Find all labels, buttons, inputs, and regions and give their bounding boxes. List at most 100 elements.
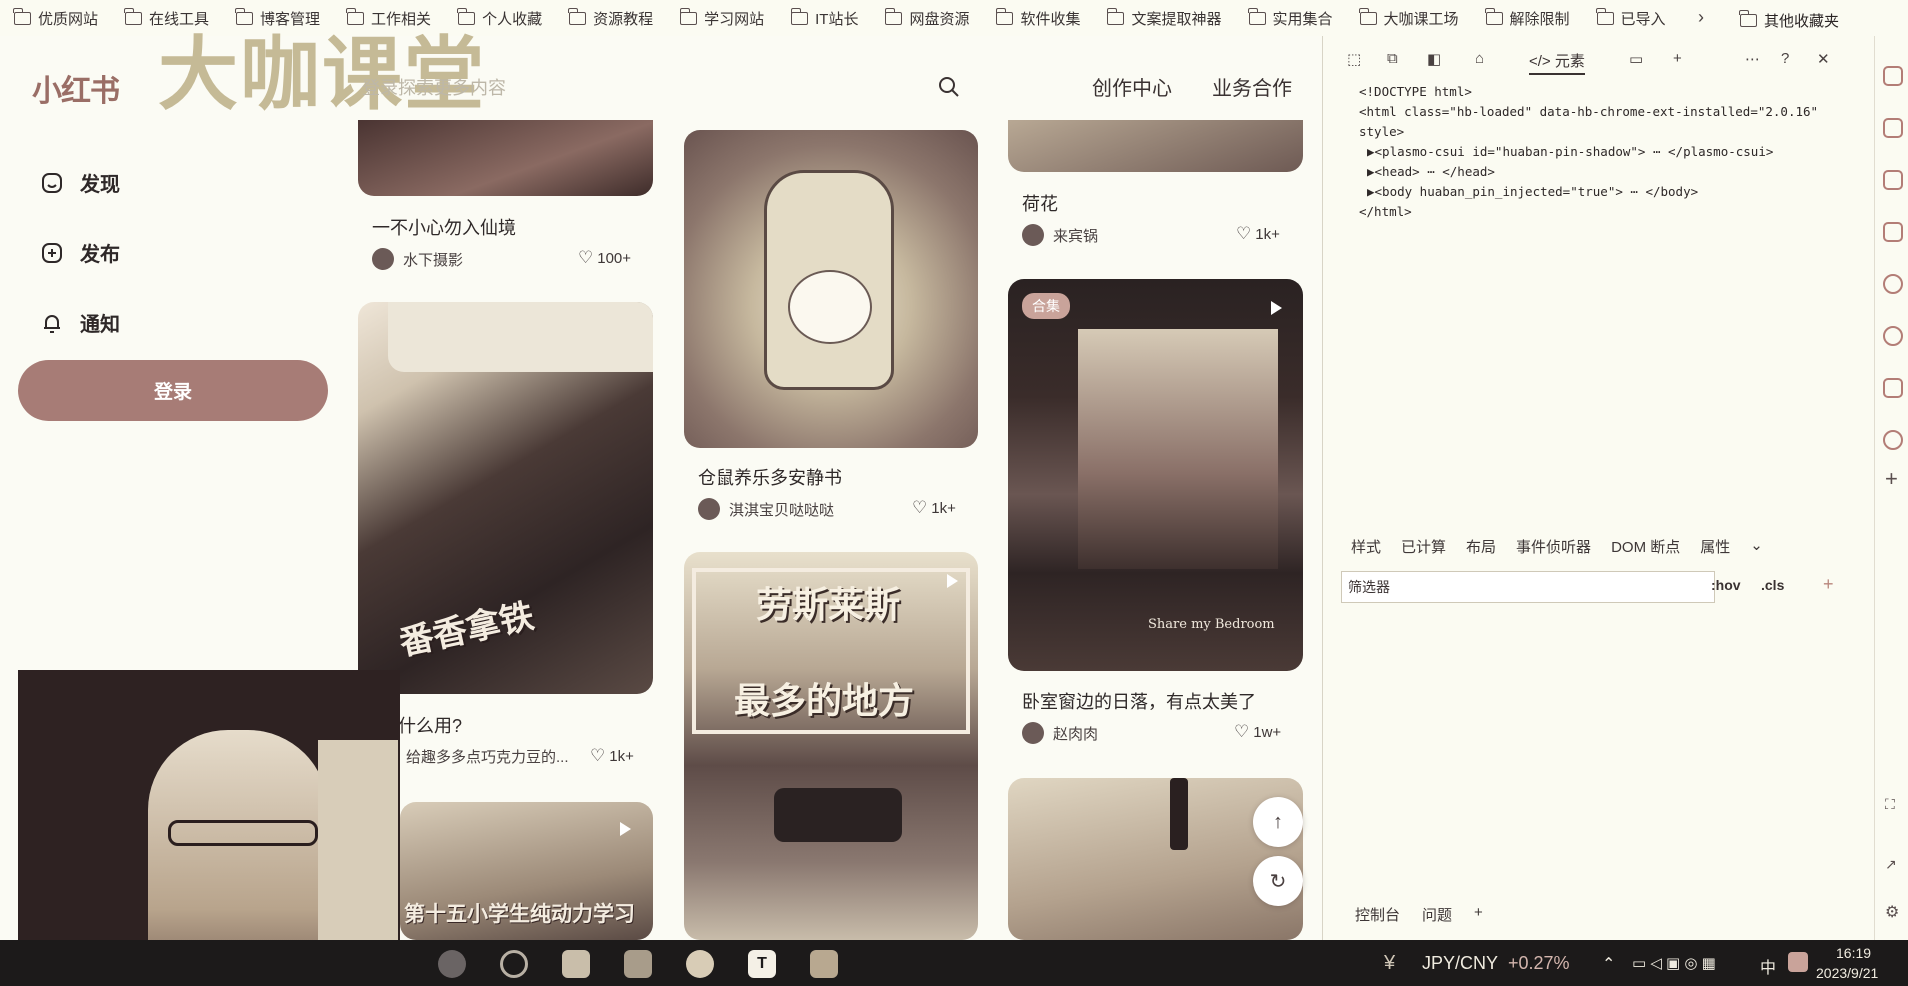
- feed-card-image[interactable]: 劳斯莱斯 最多的地方: [684, 552, 978, 940]
- search-icon[interactable]: [938, 76, 960, 98]
- bookmark-folder[interactable]: 软件收集: [995, 7, 1080, 29]
- bookmark-folder[interactable]: 资源教程: [568, 7, 653, 29]
- feed-card-image[interactable]: 番香拿铁: [358, 302, 653, 694]
- feed-card-image[interactable]: [684, 130, 978, 448]
- add-drawer-tab-icon[interactable]: +: [1474, 904, 1483, 925]
- tab-layout[interactable]: 布局: [1466, 536, 1496, 557]
- feed-card-title[interactable]: 荷花: [1022, 190, 1058, 216]
- settings-gear-icon[interactable]: ⚙: [1885, 902, 1899, 922]
- shopping-icon[interactable]: [1883, 66, 1903, 86]
- like-count[interactable]: ♡ 1k+: [912, 498, 956, 518]
- games-icon[interactable]: [1883, 222, 1903, 242]
- nav-discover[interactable]: 发现: [40, 168, 120, 197]
- feed-card-author[interactable]: 给趣多多点巧克力豆的...: [406, 746, 569, 767]
- screenshot-icon[interactable]: ⛶: [1885, 796, 1895, 813]
- flower-app-icon[interactable]: [686, 950, 714, 978]
- more-options-icon[interactable]: ⋯: [1745, 50, 1760, 68]
- dom-line[interactable]: <!DOCTYPE html>: [1359, 84, 1472, 99]
- tab-styles[interactable]: 样式: [1351, 536, 1381, 557]
- nav-publish[interactable]: 发布: [40, 238, 120, 267]
- sidebar-toggle-icon[interactable]: ◧: [1427, 50, 1441, 68]
- feed-card-image[interactable]: 第十五小学生纯动力学习: [400, 802, 653, 940]
- dom-line[interactable]: </html>: [1359, 204, 1412, 219]
- tab-console[interactable]: 控制台: [1355, 904, 1400, 925]
- feed-card-image[interactable]: 合集 Share my Bedroom: [1008, 279, 1303, 671]
- image-app-icon[interactable]: [624, 950, 652, 978]
- sogou-ime-icon[interactable]: [1788, 952, 1808, 972]
- search-input[interactable]: [362, 70, 952, 106]
- tab-dom-breakpoints[interactable]: DOM 断点: [1611, 536, 1680, 557]
- tab-elements[interactable]: </> 元素: [1529, 50, 1585, 75]
- styles-filter-input[interactable]: [1341, 571, 1715, 603]
- other-bookmarks-folder[interactable]: 其他收藏夹: [1739, 10, 1839, 31]
- login-button[interactable]: 登录: [18, 360, 328, 421]
- clock-time[interactable]: 16:19: [1836, 945, 1871, 961]
- feed-card-title[interactable]: 什么用?: [398, 712, 462, 738]
- feed-card-title[interactable]: 一不小心勿入仙境: [372, 214, 516, 240]
- console-tab-icon[interactable]: ▭: [1629, 50, 1643, 68]
- bookmark-folder[interactable]: IT站长: [790, 7, 858, 29]
- creator-center-link[interactable]: 创作中心: [1092, 72, 1172, 101]
- device-toolbar-icon[interactable]: ⧉: [1387, 50, 1398, 67]
- bookmark-folder[interactable]: 大咖课工场: [1358, 7, 1459, 29]
- tab-computed[interactable]: 已计算: [1401, 536, 1446, 557]
- hov-toggle[interactable]: :hov: [1711, 577, 1741, 593]
- bookmarks-overflow-chevron-icon[interactable]: ›: [1698, 7, 1704, 28]
- inspect-element-icon[interactable]: ⬚: [1347, 50, 1361, 68]
- notes-app-icon[interactable]: [562, 950, 590, 978]
- business-link[interactable]: 业务合作: [1212, 72, 1292, 101]
- tab-event-listeners[interactable]: 事件侦听器: [1516, 536, 1591, 557]
- tab-properties[interactable]: 属性: [1700, 536, 1730, 557]
- tray-chevron-up-icon[interactable]: ⌃: [1602, 954, 1615, 974]
- cls-toggle[interactable]: .cls: [1761, 577, 1784, 593]
- feed-card-author[interactable]: 水下摄影: [372, 248, 463, 270]
- flower-app-icon[interactable]: [1883, 430, 1903, 450]
- back-to-top-button[interactable]: ↑: [1253, 797, 1303, 847]
- dom-line[interactable]: style>: [1359, 124, 1404, 139]
- add-sidebar-app-icon[interactable]: +: [1885, 466, 1898, 492]
- feed-card-author[interactable]: 赵肉肉: [1022, 722, 1098, 744]
- dom-line[interactable]: ▶<body huaban_pin_injected="true"> ⋯ </b…: [1367, 184, 1698, 199]
- feed-card-title[interactable]: 仓鼠养乐多安静书: [698, 464, 842, 490]
- tray-icons[interactable]: ▭ ◁ ▣ ◎ ▦: [1632, 954, 1716, 972]
- typora-icon[interactable]: T: [748, 950, 776, 978]
- feed-card-author[interactable]: 淇淇宝贝哒哒哒: [698, 498, 834, 520]
- new-style-rule-icon[interactable]: +: [1823, 574, 1834, 595]
- bookmark-folder[interactable]: 网盘资源: [884, 7, 969, 29]
- feed-card-image[interactable]: [358, 120, 653, 196]
- help-icon[interactable]: ?: [1781, 50, 1789, 67]
- feed-card-title[interactable]: 卧室窗边的日落，有点太美了: [1022, 688, 1256, 714]
- dom-line[interactable]: ▶<plasmo-csui id="huaban-pin-shadow"> ⋯ …: [1367, 144, 1773, 159]
- close-icon[interactable]: ✕: [1817, 50, 1830, 68]
- tab-issues[interactable]: 问题: [1422, 904, 1452, 925]
- office-icon[interactable]: [1883, 118, 1903, 138]
- bookmark-folder[interactable]: 实用集合: [1247, 7, 1333, 29]
- tools-icon[interactable]: [1883, 170, 1903, 190]
- site-logo[interactable]: 小红书: [32, 66, 120, 110]
- bookmark-folder[interactable]: 已导入: [1595, 7, 1666, 29]
- refresh-button[interactable]: ↻: [1253, 856, 1303, 906]
- like-count[interactable]: ♡ 1w+: [1234, 722, 1281, 742]
- dom-line[interactable]: <html class="hb-loaded" data-hb-chrome-e…: [1359, 104, 1818, 119]
- feed-card-author[interactable]: 来宾锅: [1022, 224, 1098, 246]
- ime-indicator[interactable]: 中: [1760, 954, 1776, 978]
- dom-line[interactable]: ▶<head> ⋯ </head>: [1367, 164, 1495, 179]
- bookmark-folder[interactable]: 学习网站: [679, 7, 764, 29]
- chevron-down-icon[interactable]: ⌄: [1750, 536, 1763, 557]
- add-tab-icon[interactable]: +: [1673, 50, 1682, 67]
- home-icon[interactable]: ⌂: [1475, 50, 1484, 67]
- chrome-icon[interactable]: [500, 950, 528, 978]
- clock-date[interactable]: 2023/9/21: [1816, 965, 1878, 981]
- file-explorer-icon[interactable]: [810, 950, 838, 978]
- edge-beta-icon[interactable]: [438, 950, 466, 978]
- circle-app-icon[interactable]: [1883, 326, 1903, 346]
- nav-notify[interactable]: 通知: [40, 308, 120, 337]
- like-count[interactable]: ♡ 100+: [578, 248, 631, 268]
- like-count[interactable]: ♡ 1k+: [590, 746, 634, 766]
- feed-card-image[interactable]: [1008, 120, 1303, 172]
- outlook-icon[interactable]: [1883, 378, 1903, 398]
- feed-card-image[interactable]: [1008, 778, 1303, 940]
- external-link-icon[interactable]: ↗: [1885, 856, 1897, 873]
- fx-pair-label[interactable]: JPY/CNY: [1422, 953, 1498, 974]
- bookmark-link[interactable]: 文案提取神器: [1106, 7, 1222, 29]
